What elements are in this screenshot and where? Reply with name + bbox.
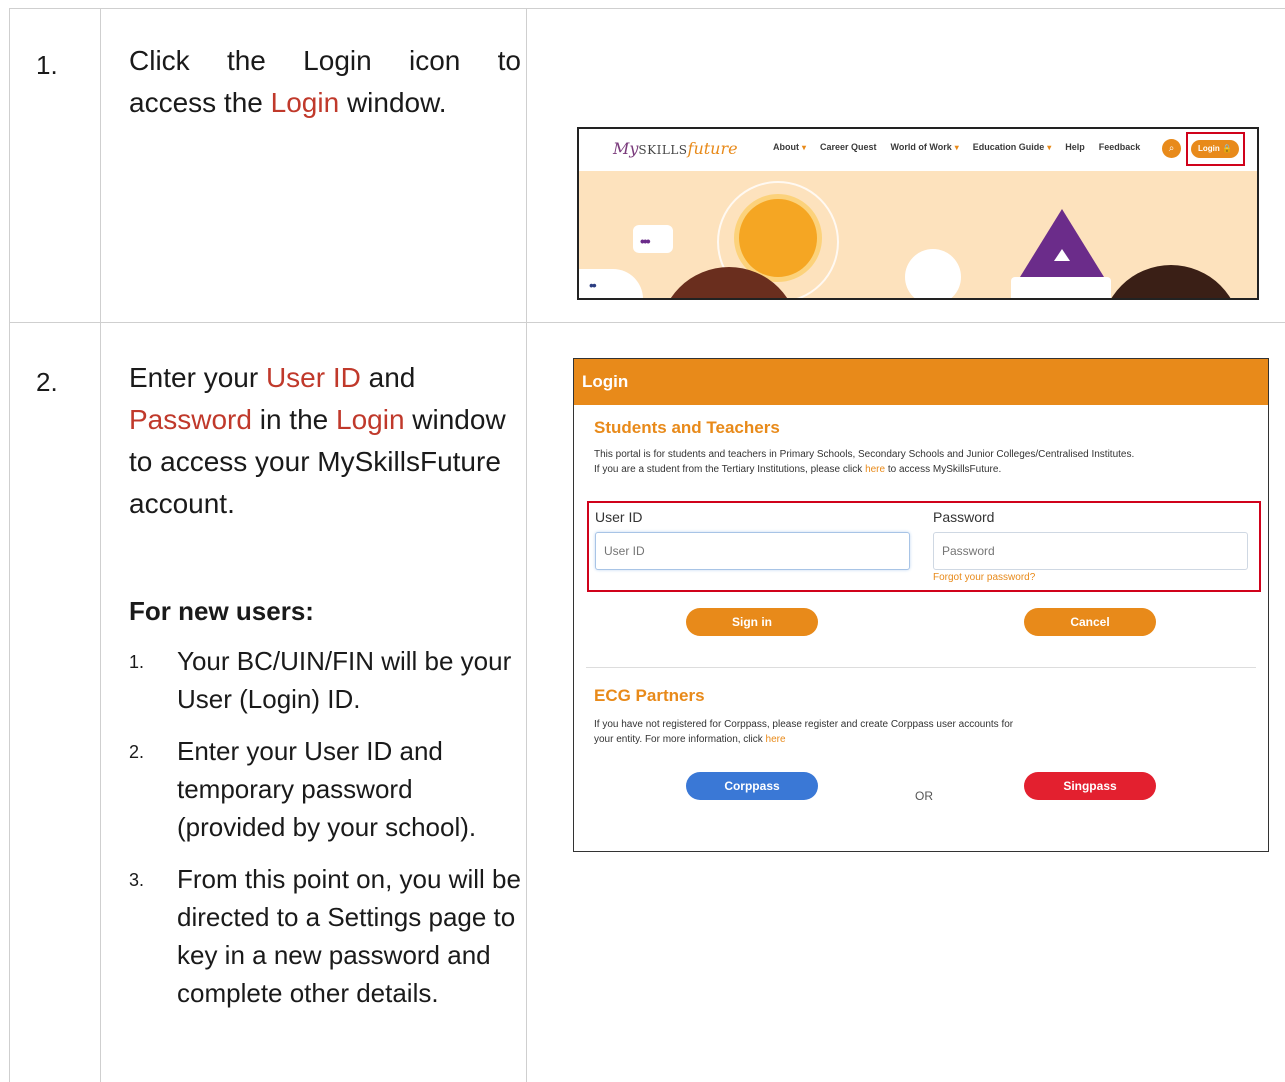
step1-description: Click the Login icon to access the Login… <box>129 40 521 124</box>
students-teachers-title: Students and Teachers <box>594 418 780 437</box>
step-number-2: 2. <box>36 367 58 397</box>
step2-description: Enter your User ID and Password in the L… <box>129 362 506 519</box>
highlight-login: Login <box>336 404 405 435</box>
person-head-right-illustration <box>1101 265 1241 298</box>
chevron-down-icon: ▾ <box>954 143 959 152</box>
nav-item-career-quest[interactable]: Career Quest <box>820 142 877 152</box>
table-col-divider-2 <box>526 8 527 1082</box>
table-left-border <box>9 8 10 1082</box>
step1-word: icon <box>408 45 461 76</box>
step1-word: the <box>226 45 266 76</box>
nav-item-education-guide[interactable]: Education Guide ▾ <box>973 142 1052 152</box>
sign-in-button[interactable]: Sign in <box>686 608 818 636</box>
triangle-illustration <box>1020 209 1104 277</box>
step1-highlight: Login <box>270 87 340 118</box>
login-highlight-box <box>1186 132 1245 166</box>
half-moon-illustration <box>905 249 961 298</box>
section-divider <box>586 667 1256 668</box>
myskillsfuture-logo[interactable]: MySKILLSfuture <box>613 139 738 158</box>
nav-item-world-of-work[interactable]: World of Work ▾ <box>891 142 959 152</box>
login-window-screenshot: Login Students and Teachers This portal … <box>573 358 1269 852</box>
login-window-header: Login <box>574 359 1268 405</box>
singpass-button[interactable]: Singpass <box>1024 772 1156 800</box>
step1-line2: access the Login window. <box>129 82 521 124</box>
new-users-steps: 1. Your BC/UIN/FIN will be your User (Log… <box>129 642 524 1026</box>
or-separator: OR <box>915 789 933 803</box>
step1-word: Click <box>129 45 190 76</box>
corppass-button[interactable]: Corppass <box>686 772 818 800</box>
step1-text: access the <box>129 87 263 118</box>
step1-line1: Click the Login icon to <box>129 40 521 82</box>
cancel-button[interactable]: Cancel <box>1024 608 1156 636</box>
search-icon[interactable]: ⌕ <box>1162 139 1181 158</box>
nav-item-about[interactable]: About ▾ <box>773 142 806 152</box>
nav-menu: About ▾ Career Quest World of Work ▾ Educa… <box>773 142 1140 152</box>
triangle-inner-illustration <box>1054 249 1070 261</box>
highlight-user-id: User ID <box>265 362 361 393</box>
ecg-partners-desc: If you have not registered for Corppass,… <box>594 719 1014 745</box>
homepage-screenshot: ••• •• MySKILLSfuture About ▾ Career Ques… <box>577 127 1259 300</box>
list-item: 1. Your BC/UIN/FIN will be your User (Log… <box>129 646 512 714</box>
new-users-heading: For new users: <box>129 596 314 626</box>
table-row-divider <box>9 322 1285 323</box>
table-col-divider-1 <box>100 8 101 1082</box>
robot-dots: ••• <box>640 233 651 249</box>
robot-illustration <box>633 225 673 253</box>
ship-dots: •• <box>589 277 597 293</box>
chevron-down-icon: ▾ <box>1047 143 1052 152</box>
more-info-here-link[interactable]: here <box>766 734 786 745</box>
credentials-highlight-box <box>587 501 1261 592</box>
students-teachers-desc: This portal is for students and teachers… <box>594 449 1135 475</box>
tertiary-here-link[interactable]: here <box>865 464 885 475</box>
list-item: 2. Enter your User ID and temporary passw… <box>129 736 477 842</box>
nav-item-help[interactable]: Help <box>1065 142 1085 152</box>
lamp-illustration <box>1011 277 1111 298</box>
step-number-1: 1. <box>36 50 58 80</box>
homepage-navbar: MySKILLSfuture About ▾ Career Quest World… <box>579 129 1257 171</box>
step1-text: window. <box>346 87 447 118</box>
chevron-down-icon: ▾ <box>802 143 807 152</box>
nav-item-feedback[interactable]: Feedback <box>1099 142 1141 152</box>
table-top-border <box>9 8 1285 9</box>
list-item: 3. From this point on, you will be direct… <box>129 864 521 1008</box>
step1-word: Login <box>303 45 372 76</box>
ecg-partners-title: ECG Partners <box>594 686 705 705</box>
highlight-password: Password <box>129 404 252 435</box>
step1-word: to <box>497 45 521 76</box>
